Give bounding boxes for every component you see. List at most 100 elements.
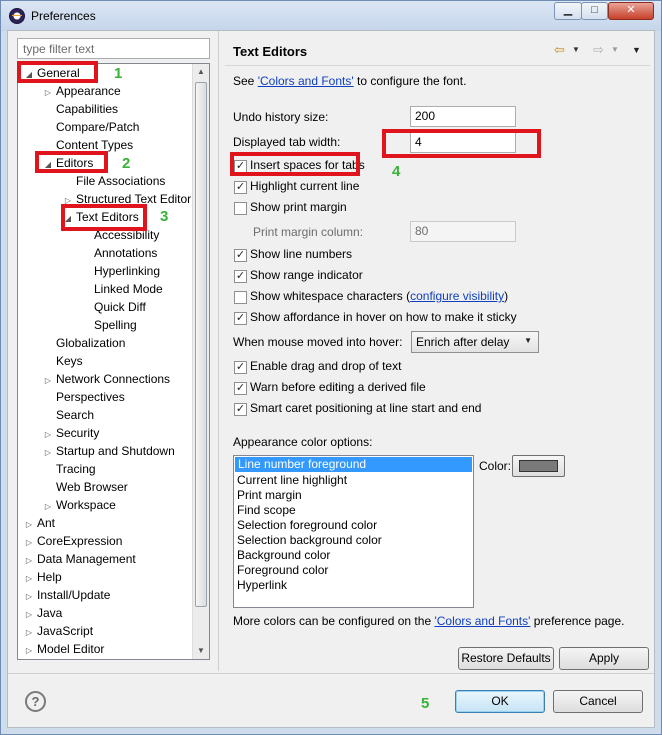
- checkbox-label-text: Smart caret positioning at line start an…: [250, 401, 482, 415]
- checkbox[interactable]: ✓: [234, 270, 247, 283]
- print-margin-field[interactable]: 80: [410, 221, 516, 242]
- scroll-thumb[interactable]: [195, 82, 207, 607]
- tree-item[interactable]: Quick Diff: [80, 298, 146, 316]
- maximize-button[interactable]: □: [581, 2, 608, 20]
- scroll-up-arrow-icon[interactable]: ▲: [193, 64, 209, 80]
- tree-item[interactable]: Compare/Patch: [42, 118, 139, 136]
- checkbox[interactable]: ✓: [234, 361, 247, 374]
- checkbox-label[interactable]: Show line numbers: [250, 247, 352, 261]
- help-icon[interactable]: ?: [25, 691, 46, 712]
- minimize-button[interactable]: ▁: [554, 2, 582, 20]
- checkbox-label[interactable]: Enable drag and drop of text: [250, 359, 401, 373]
- checkbox-label[interactable]: Warn before editing a derived file: [250, 380, 426, 394]
- tree-item[interactable]: ▷ Java: [23, 604, 62, 622]
- tree-item[interactable]: ▷ JavaScript: [23, 622, 93, 640]
- tree-item[interactable]: ▷ Model Editor: [23, 640, 104, 658]
- tree-item[interactable]: ▷ Workspace: [42, 496, 116, 514]
- annotation-box-text-editors: [61, 204, 147, 231]
- tree-item[interactable]: Web Browser: [42, 478, 128, 496]
- tree-item-label: JavaScript: [37, 624, 94, 638]
- tree-collapsed-icon[interactable]: ▷: [23, 642, 35, 659]
- hover-select-value: Enrich after delay: [416, 335, 510, 349]
- back-arrow-icon[interactable]: ⇦: [554, 42, 565, 58]
- color-option-item[interactable]: Hyperlink: [234, 578, 473, 593]
- tree-item-label: Capabilities: [56, 102, 119, 116]
- checkbox-label[interactable]: Show range indicator: [250, 268, 363, 282]
- checkbox[interactable]: ✓: [234, 312, 247, 325]
- tree-item[interactable]: Hyperlinking: [80, 262, 160, 280]
- tree-item[interactable]: ▷ Install/Update: [23, 586, 110, 604]
- tree-item-label: Quick Diff: [94, 300, 146, 314]
- tree-item[interactable]: ▷ Network Connections: [42, 370, 170, 388]
- checkbox[interactable]: ✓: [234, 181, 247, 194]
- tree-item[interactable]: ▷ Security: [42, 424, 99, 442]
- undo-history-field[interactable]: 200: [410, 106, 516, 127]
- filter-input[interactable]: [17, 38, 210, 59]
- tree-item-label: Model Editor: [37, 642, 105, 656]
- tree-item[interactable]: ▷ Data Management: [23, 550, 136, 568]
- configure-visibility-link[interactable]: configure visibility: [410, 289, 504, 303]
- color-option-item[interactable]: Selection background color: [234, 533, 473, 548]
- checkbox-label[interactable]: Highlight current line: [250, 179, 359, 193]
- forward-arrow-icon[interactable]: ⇨: [593, 42, 604, 58]
- tree-item-label: Compare/Patch: [56, 120, 140, 134]
- tree-item[interactable]: Tracing: [42, 460, 96, 478]
- cancel-button[interactable]: Cancel: [553, 690, 643, 713]
- scroll-down-arrow-icon[interactable]: ▼: [193, 643, 209, 659]
- tree-item[interactable]: ▷ CoreExpression: [23, 532, 122, 550]
- annotation-box-tab-width: [382, 129, 541, 158]
- tree-item[interactable]: Linked Mode: [80, 280, 163, 298]
- tree-item[interactable]: File Associations: [62, 172, 165, 190]
- color-option-item[interactable]: Background color: [234, 548, 473, 563]
- more-colors-prefix: More colors can be configured on the: [233, 614, 435, 628]
- checkbox[interactable]: ✓: [234, 249, 247, 262]
- tree-item[interactable]: Search: [42, 406, 94, 424]
- title-bar: Preferences ▁ □ ✕: [1, 1, 661, 31]
- color-option-item[interactable]: Foreground color: [234, 563, 473, 578]
- tree-item[interactable]: Capabilities: [42, 100, 118, 118]
- back-dropdown-icon[interactable]: ▼: [572, 42, 580, 58]
- color-option-item[interactable]: Selection foreground color: [234, 518, 473, 533]
- hover-label: When mouse moved into hover:: [233, 335, 403, 349]
- checkbox-label[interactable]: Smart caret positioning at line start an…: [250, 401, 481, 415]
- annotation-box-insert-spaces: [230, 152, 360, 176]
- tree-item[interactable]: ▷ Appearance: [42, 82, 121, 100]
- checkbox-label[interactable]: Show whitespace characters (configure vi…: [250, 289, 508, 303]
- hover-select[interactable]: Enrich after delay ▼: [411, 331, 539, 353]
- apply-button[interactable]: Apply: [559, 647, 649, 670]
- checkbox-label-text: Show affordance in hover on how to make …: [250, 310, 517, 324]
- color-picker-button[interactable]: [512, 455, 565, 477]
- color-options-list[interactable]: Line number foreground Current line highl…: [233, 455, 474, 608]
- tree-item[interactable]: Globalization: [42, 334, 125, 352]
- tree-item[interactable]: ▷ Ant: [23, 514, 55, 532]
- tree-item[interactable]: Keys: [42, 352, 83, 370]
- color-option-item[interactable]: Print margin: [234, 488, 473, 503]
- color-option-item[interactable]: Current line highlight: [234, 473, 473, 488]
- forward-dropdown-icon[interactable]: ▼: [611, 42, 619, 58]
- close-button[interactable]: ✕: [608, 2, 654, 20]
- checkbox-label[interactable]: Show print margin: [250, 200, 347, 214]
- tree-item[interactable]: ▷ Help: [23, 568, 62, 586]
- ok-button[interactable]: OK: [455, 690, 545, 713]
- colors-fonts-link[interactable]: 'Colors and Fonts': [258, 74, 354, 88]
- tree-item-label: Content Types: [56, 138, 134, 152]
- print-margin-label: Print margin column:: [253, 225, 364, 239]
- checkbox[interactable]: ✓: [234, 403, 247, 416]
- checkbox[interactable]: [234, 202, 247, 215]
- tree-item-label: Data Management: [37, 552, 136, 566]
- tree-item[interactable]: Spelling: [80, 316, 137, 334]
- restore-defaults-button[interactable]: Restore Defaults: [458, 647, 554, 670]
- tree-item[interactable]: Annotations: [80, 244, 157, 262]
- checkbox[interactable]: [234, 291, 247, 304]
- color-option-item[interactable]: Find scope: [234, 503, 473, 518]
- view-menu-icon[interactable]: ▼: [632, 42, 641, 58]
- tree-item-label: Appearance: [56, 84, 121, 98]
- tree-scrollbar[interactable]: ▲ ▼: [192, 64, 209, 659]
- tree-item[interactable]: Perspectives: [42, 388, 125, 406]
- checkbox-label[interactable]: Show affordance in hover on how to make …: [250, 310, 517, 324]
- color-option-item[interactable]: Line number foreground: [235, 457, 472, 472]
- tree-item[interactable]: ▷ Startup and Shutdown: [42, 442, 175, 460]
- checkbox[interactable]: ✓: [234, 382, 247, 395]
- tree-item-label: Perspectives: [56, 390, 125, 404]
- colors-fonts-link-2[interactable]: 'Colors and Fonts': [434, 614, 530, 628]
